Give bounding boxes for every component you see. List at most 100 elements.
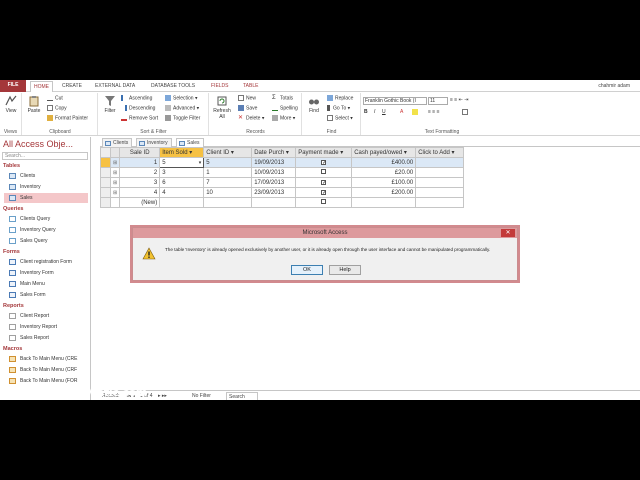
cell-sale-id[interactable]: 3	[119, 177, 161, 188]
align-buttons[interactable]: ≡ ≡ ≡	[428, 109, 440, 116]
cell-date[interactable]: 17/09/2013	[251, 177, 297, 188]
nav-item-inventory-form[interactable]: Inventory Form	[4, 268, 88, 278]
tab-table[interactable]: TABLE	[240, 81, 261, 92]
nav-item-inventory-report[interactable]: Inventory Report	[4, 322, 88, 332]
cell-empty[interactable]	[415, 157, 465, 168]
goto-button[interactable]: Go To ▾	[327, 105, 350, 112]
totals-button[interactable]: Σ Totals	[272, 95, 293, 102]
nav-pane-title[interactable]: All Access Obje...	[3, 138, 73, 150]
column-header-cash[interactable]: Cash payed/owed ▾	[351, 147, 417, 158]
underline-button[interactable]: U	[382, 109, 386, 116]
row-selector[interactable]	[100, 167, 111, 178]
bold-button[interactable]: B	[364, 109, 368, 116]
payment-checkbox[interactable]	[321, 169, 327, 174]
cell-date[interactable]: 10/09/2013	[251, 167, 297, 178]
tab-home[interactable]: HOME	[30, 81, 53, 92]
cell-item-sold[interactable]: 4	[159, 187, 205, 198]
toggle-filter-button[interactable]: Toggle Filter	[165, 115, 200, 122]
selection-button[interactable]: Selection ▾	[165, 95, 197, 102]
ascending-button[interactable]: Ascending	[121, 95, 152, 102]
spelling-button[interactable]: Spelling	[272, 105, 298, 112]
expand-icon[interactable]: ⊞	[109, 167, 121, 178]
cell-new[interactable]: (New)	[119, 197, 161, 208]
new-record-row[interactable]: (New)	[100, 197, 465, 208]
cell-payment[interactable]	[295, 197, 353, 208]
cell-date[interactable]: 19/09/2013	[251, 157, 297, 168]
cell-payment[interactable]: ✓	[295, 187, 353, 198]
dialog-close-button[interactable]: ✕	[501, 229, 515, 237]
gridlines-button[interactable]	[462, 109, 470, 116]
cell-cash[interactable]: £100.00	[351, 177, 417, 188]
list-buttons[interactable]: ≡ ≡ ⇤ ⇥	[450, 97, 468, 104]
nav-item-macro-1[interactable]: Back To Main Menu (CRE	[4, 354, 88, 364]
help-button[interactable]: Help	[329, 265, 361, 275]
cell-empty[interactable]	[351, 197, 417, 208]
cell-empty[interactable]	[415, 177, 465, 188]
cell-client-id[interactable]: 7	[203, 177, 253, 188]
nav-item-macro-3[interactable]: Back To Main Menu (FOR	[4, 376, 88, 386]
nav-section-queries[interactable]: Queries	[3, 206, 87, 212]
find-button[interactable]: Find	[305, 95, 323, 114]
nav-item-client-registration-form[interactable]: Client registration Form	[4, 257, 88, 267]
nav-item-sales-query[interactable]: Sales Query	[4, 236, 88, 246]
cell-empty[interactable]	[159, 197, 205, 208]
new-record-button[interactable]: New	[238, 95, 256, 102]
cell-client-id[interactable]: 1	[203, 167, 253, 178]
cell-payment[interactable]: ✓	[295, 157, 353, 168]
row-selector[interactable]	[100, 197, 111, 208]
object-tab-clients[interactable]: Clients	[102, 138, 133, 147]
cell-sale-id[interactable]: 1	[119, 157, 161, 168]
remove-sort-button[interactable]: Remove Sort	[121, 115, 158, 122]
cell-empty[interactable]	[415, 167, 465, 178]
cell-item-sold[interactable]: 6	[159, 177, 205, 188]
expand-icon[interactable]: ⊞	[109, 177, 121, 188]
nav-section-reports[interactable]: Reports	[3, 303, 87, 309]
font-color-button[interactable]: A	[400, 109, 403, 116]
paste-button[interactable]: Paste	[25, 95, 43, 114]
nav-item-sales[interactable]: Sales	[4, 193, 88, 203]
cell-empty[interactable]	[415, 197, 465, 208]
cell-sale-id[interactable]: 4	[119, 187, 161, 198]
tab-file[interactable]: FILE	[0, 80, 26, 92]
table-row[interactable]: ⊞ 1 5 ▾ 5 19/09/2013 ✓ £400.00	[100, 157, 465, 168]
cell-cash[interactable]: £400.00	[351, 157, 417, 168]
cell-empty[interactable]	[415, 187, 465, 198]
font-name-select[interactable]: Franklin Gothic Book (I	[363, 97, 427, 105]
record-search-input[interactable]: Search	[226, 392, 258, 400]
save-record-button[interactable]: Save	[238, 105, 257, 112]
tab-database-tools[interactable]: DATABASE TOOLS	[148, 81, 198, 92]
cut-button[interactable]: Cut	[47, 95, 63, 102]
tab-create[interactable]: CREATE	[59, 81, 85, 92]
expand-icon[interactable]: ⊞	[109, 157, 121, 168]
font-size-select[interactable]: 11	[428, 97, 448, 105]
expand-icon[interactable]: ⊞	[109, 187, 121, 198]
ok-button[interactable]: OK	[291, 265, 323, 275]
nav-item-macro-2[interactable]: Back To Main Menu (CRF	[4, 365, 88, 375]
tab-fields[interactable]: FIELDS	[208, 81, 232, 92]
filter-button[interactable]: Filter	[101, 95, 119, 114]
select-button[interactable]: Select ▾	[327, 115, 353, 122]
column-header-payment[interactable]: Payment made ▾	[295, 147, 353, 158]
select-all-cell[interactable]	[100, 147, 111, 158]
cell-payment[interactable]	[295, 167, 353, 178]
nav-item-client-report[interactable]: Client Report	[4, 311, 88, 321]
nav-search-input[interactable]: Search...	[2, 152, 88, 160]
delete-record-button[interactable]: ✕ Delete ▾	[238, 115, 264, 122]
cell-payment[interactable]: ✓	[295, 177, 353, 188]
column-header-client-id[interactable]: Client ID ▾	[203, 147, 253, 158]
cell-client-id[interactable]: 10	[203, 187, 253, 198]
object-tab-sales[interactable]: Sales	[176, 138, 204, 147]
nav-item-sales-report[interactable]: Sales Report	[4, 333, 88, 343]
nav-item-clients[interactable]: Clients	[4, 171, 88, 181]
row-selector[interactable]	[100, 177, 111, 188]
payment-checkbox[interactable]: ✓	[321, 179, 326, 185]
row-selector[interactable]	[100, 157, 111, 168]
cell-item-sold[interactable]: 5 ▾	[159, 157, 205, 168]
italic-button[interactable]: I	[374, 109, 375, 116]
nav-item-main-menu[interactable]: Main Menu	[4, 279, 88, 289]
nav-item-clients-query[interactable]: Clients Query	[4, 214, 88, 224]
cell-cash[interactable]: £200.00	[351, 187, 417, 198]
descending-button[interactable]: Descending	[121, 105, 155, 112]
table-row[interactable]: ⊞ 4 4 10 23/09/2013 ✓ £200.00	[100, 187, 465, 198]
object-tab-inventory[interactable]: Inventory	[136, 138, 172, 147]
